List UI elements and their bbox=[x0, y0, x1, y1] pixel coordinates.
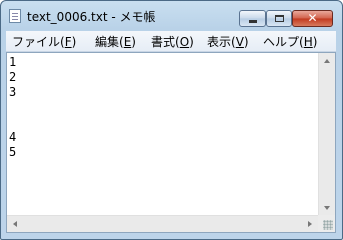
resize-grip-icon[interactable] bbox=[323, 220, 333, 230]
menu-view-mnemonic: V bbox=[235, 35, 244, 49]
close-icon: ✕ bbox=[307, 11, 318, 25]
menu-edit-label: 編集 bbox=[95, 35, 120, 49]
menu-edit[interactable]: 編集(E) bbox=[95, 33, 136, 50]
menu-help-paren-close: ) bbox=[312, 35, 318, 49]
menu-file-label: ファイル bbox=[12, 35, 61, 49]
text-line bbox=[9, 115, 317, 130]
menu-format[interactable]: 書式(O) bbox=[151, 33, 194, 50]
notepad-window: text_0006.txt - メモ帳 ✕ ファイル(F) 編集(E) 書式(O… bbox=[0, 0, 343, 240]
text-line: 3 bbox=[9, 85, 17, 99]
title-bar[interactable]: text_0006.txt - メモ帳 ✕ bbox=[1, 1, 342, 31]
scroll-down-icon[interactable] bbox=[324, 206, 330, 210]
resize-corner[interactable] bbox=[318, 215, 335, 232]
menu-view-paren-close: ) bbox=[243, 35, 249, 49]
menu-format-paren-close: ) bbox=[189, 35, 194, 49]
maximize-icon bbox=[275, 15, 284, 22]
window-title: text_0006.txt - メモ帳 bbox=[27, 10, 156, 24]
close-button[interactable]: ✕ bbox=[292, 10, 333, 27]
text-line bbox=[9, 100, 317, 115]
menu-view-label: 表示 bbox=[207, 35, 232, 49]
maximize-button[interactable] bbox=[266, 10, 292, 27]
scroll-left-icon[interactable] bbox=[13, 221, 17, 227]
text-line: 2 bbox=[9, 70, 17, 84]
menu-bar: ファイル(F) 編集(E) 書式(O) 表示(V) ヘルプ(H) bbox=[6, 31, 336, 52]
minimize-button[interactable] bbox=[239, 10, 266, 27]
scroll-right-icon[interactable] bbox=[308, 221, 312, 227]
vertical-scrollbar[interactable] bbox=[318, 53, 335, 216]
menu-file-mnemonic: F bbox=[64, 35, 72, 49]
notepad-icon[interactable] bbox=[9, 9, 21, 23]
menu-edit-paren-close: ) bbox=[131, 35, 136, 49]
menu-view[interactable]: 表示(V) bbox=[207, 33, 249, 50]
text-line: 1 bbox=[9, 55, 17, 69]
menu-format-label: 書式 bbox=[151, 35, 176, 49]
text-content[interactable]: 1 2 3 4 5 bbox=[9, 55, 317, 215]
menu-help[interactable]: ヘルプ(H) bbox=[263, 33, 317, 50]
text-line: 4 bbox=[9, 130, 17, 144]
menu-format-mnemonic: O bbox=[179, 35, 190, 49]
menu-help-mnemonic: H bbox=[303, 35, 313, 49]
horizontal-scrollbar[interactable] bbox=[7, 215, 318, 232]
scroll-up-icon[interactable] bbox=[324, 59, 330, 63]
text-line: 5 bbox=[9, 145, 17, 159]
menu-file-paren-close: ) bbox=[71, 35, 77, 49]
menu-help-label: ヘルプ bbox=[263, 35, 300, 49]
text-editor[interactable]: 1 2 3 4 5 bbox=[6, 52, 336, 233]
minimize-icon bbox=[249, 20, 257, 23]
menu-file[interactable]: ファイル(F) bbox=[12, 33, 76, 50]
